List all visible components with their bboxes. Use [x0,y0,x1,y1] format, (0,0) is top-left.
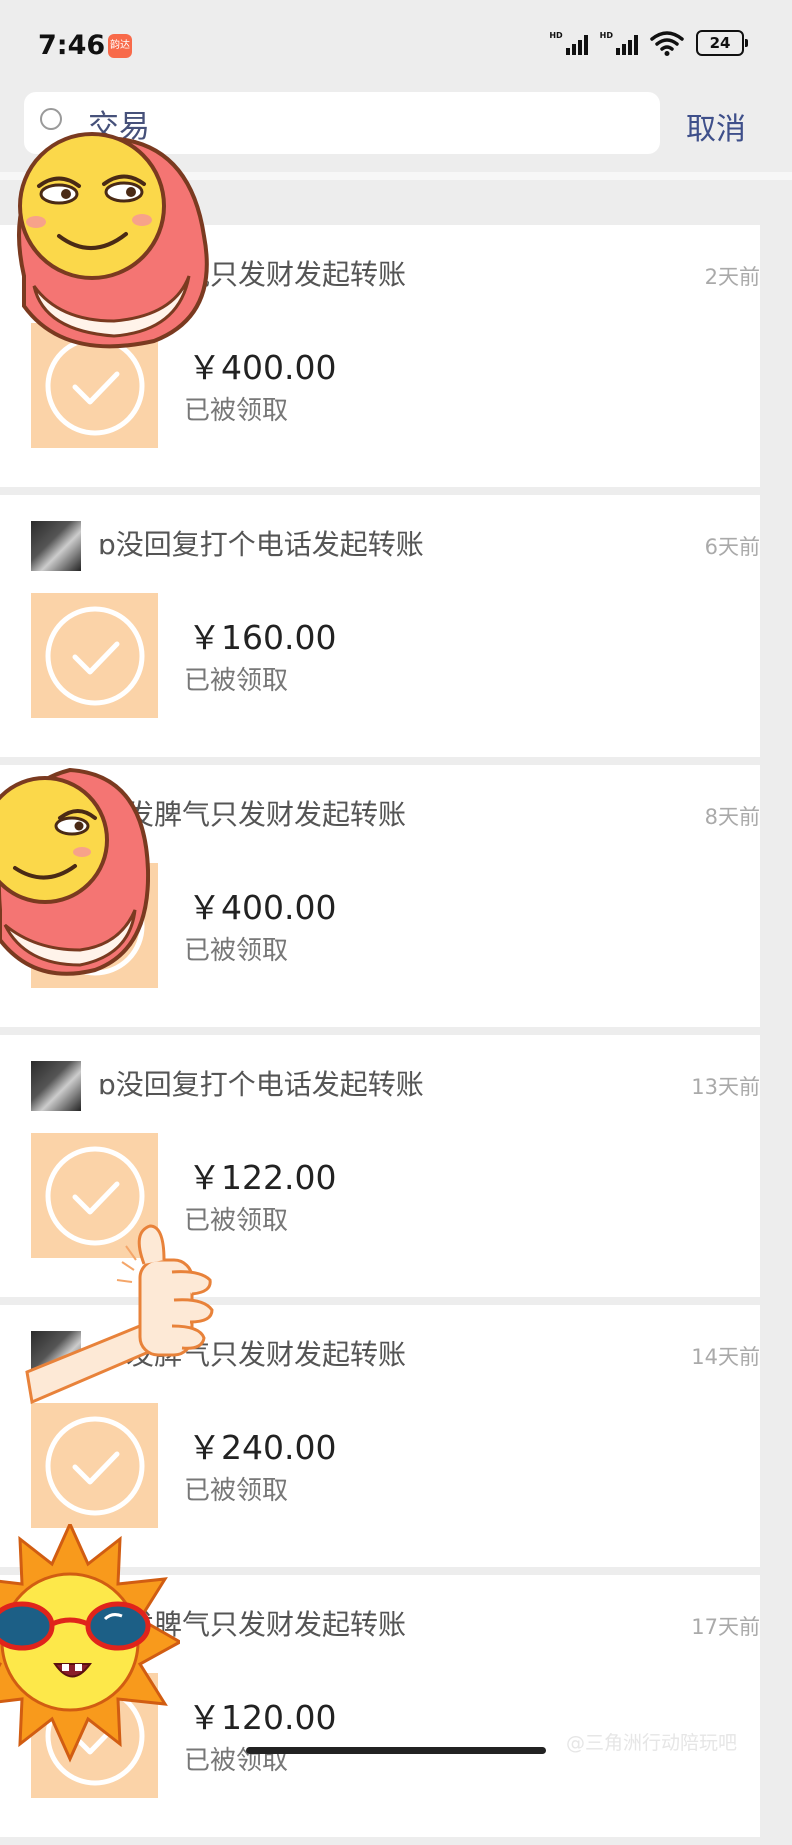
status-time: 7:46 [38,30,106,61]
check-circle-icon [45,606,145,706]
transfer-time: 13天前 [691,1075,760,1099]
transfer-time: 8天前 [704,805,760,829]
emoji-sticker [0,767,150,976]
status-bar: 7:46 韵达 HD HD 24 [0,0,792,90]
cancel-button[interactable]: 取消 [686,104,746,148]
transfer-status: 已被领取 [184,1476,289,1506]
emoji-sticker [17,132,209,349]
status-icons: HD HD 24 [549,30,748,56]
transfer-icon-tile [31,1403,158,1528]
sun-sticker [0,1524,180,1763]
watermark-text: @三角洲行动陪玩吧 [566,1732,738,1754]
avatar [31,521,81,571]
transfer-time: 14天前 [691,1345,760,1369]
transfer-card[interactable]: ɒ没回复打个电话发起转账 6天前 ￥160.00 已被领取 [0,495,760,757]
transfer-amount: ￥400.00 [188,888,337,927]
transfer-time: 2天前 [704,265,760,289]
avatar [31,1061,81,1111]
transfer-title: ɒ没回复打个电话发起转账 [98,528,424,561]
thumbs-up-sticker [25,1224,214,1405]
home-indicator[interactable] [246,1747,546,1754]
transfer-amount: ￥122.00 [188,1158,337,1197]
hd-label: HD [549,31,563,40]
transfer-amount: ￥120.00 [188,1698,337,1737]
transfer-amount: ￥240.00 [188,1428,337,1467]
signal-icon: HD [549,31,588,55]
transfer-status: 已被领取 [184,396,289,426]
transfer-status: 已被领取 [184,666,289,696]
check-circle-icon [45,1416,145,1516]
app-notification-badge: 韵达 [108,34,132,58]
transfer-time: 17天前 [691,1615,760,1639]
transfer-time: 6天前 [704,535,760,559]
transfer-amount: ￥160.00 [188,618,337,657]
battery-icon: 24 [696,30,748,56]
transfer-status: 已被领取 [184,1746,289,1776]
signal-icon: HD [600,31,638,55]
wifi-icon [650,31,684,56]
transfer-icon-tile [31,593,158,718]
hd-label: HD [599,31,613,40]
transfer-title: ɒ没回复打个电话发起转账 [98,1068,424,1101]
transfer-status: 已被领取 [184,936,289,966]
